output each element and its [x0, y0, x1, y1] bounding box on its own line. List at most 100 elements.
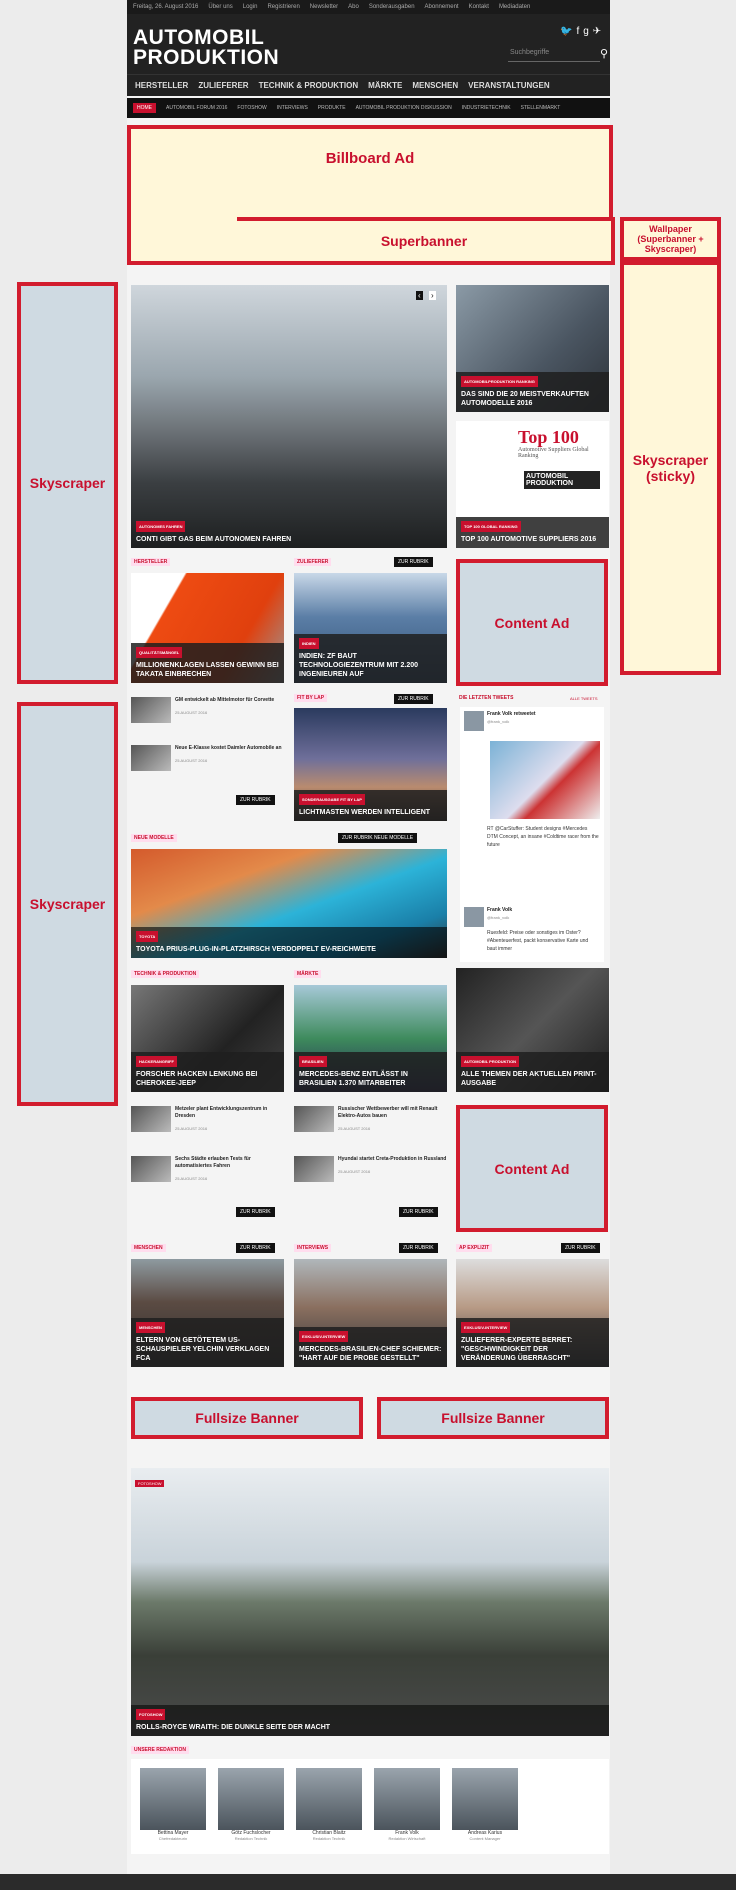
more-button[interactable]: ZUR RUBRIK	[236, 1207, 275, 1217]
team-member[interactable]: Bettina Mayer Chefredakteurin	[138, 1768, 208, 1841]
article-rolls-royce[interactable]: FOTOSHOW FOTOSHOW ROLLS-ROYCE WRAITH: DIE…	[131, 1468, 609, 1736]
subnav-item[interactable]: AUTOMOBIL PRODUKTION DISKUSSION	[356, 105, 452, 111]
more-button[interactable]: ZUR RUBRIK	[399, 1243, 438, 1253]
article-zf-indien[interactable]: INDIEN INDIEN: ZF BAUT TECHNOLOGIEZENTRUM…	[294, 573, 447, 683]
list-item[interactable]: Sechs Städte erlauben Tests für automati…	[131, 1156, 284, 1182]
tweet-handle[interactable]: @frank_volk	[487, 915, 509, 920]
more-button[interactable]: ZUR RUBRIK	[394, 694, 433, 704]
section-interviews[interactable]: INTERVIEWS	[294, 1244, 332, 1252]
article-berret[interactable]: EXKLUSIV-INTERVIEW ZULIEFERER-EXPERTE BER…	[456, 1259, 609, 1367]
nav-item-hersteller[interactable]: HERSTELLER	[135, 81, 188, 90]
subnav-item[interactable]: AUTOMOBIL FORUM 2016	[166, 105, 227, 111]
content-ad-2[interactable]: Content Ad	[456, 1105, 608, 1232]
list-item[interactable]: Neue E-Klasse kostet Daimler Automobile …	[131, 745, 284, 771]
fullsize-banner-1[interactable]: Fullsize Banner	[131, 1397, 363, 1439]
tile-title: ALLE THEMEN DER AKTUELLEN PRINT-AUSGABE	[461, 1071, 597, 1087]
nav-item-veranstaltungen[interactable]: VERANSTALTUNGEN	[468, 81, 549, 90]
article-lichtmasten[interactable]: SONDERAUSGABE FIT BY LAP LICHTMASTEN WERD…	[294, 708, 447, 821]
team-member[interactable]: Frank Volk Redaktion Wirtschaft	[372, 1768, 442, 1841]
topbar-link[interactable]: Sonderausgaben	[369, 4, 415, 10]
tile-title: ELTERN VON GETÖTETEM US-SCHAUSPIELER YEL…	[136, 1337, 270, 1362]
superbanner-ad[interactable]: Superbanner	[233, 217, 615, 265]
subnav-item[interactable]: PRODUKTE	[318, 105, 346, 111]
section-technik[interactable]: TECHNIK & PRODUKTION	[131, 970, 200, 978]
section-menschen[interactable]: MENSCHEN	[131, 1244, 166, 1252]
side-article-1[interactable]: AUTOMOBILPRODUKTION RANKING DAS SIND DIE …	[456, 285, 609, 412]
section-hersteller[interactable]: HERSTELLER	[131, 558, 171, 566]
site-logo[interactable]: AUTOMOBIL PRODUKTION	[133, 27, 279, 68]
article-print-ausgabe[interactable]: AUTOMOBIL PRODUKTION ALLE THEMEN DER AKTU…	[456, 968, 609, 1092]
list-item[interactable]: Russischer Wettbewerber will mit Renault…	[294, 1106, 447, 1132]
topbar-link[interactable]: Über uns	[208, 4, 232, 10]
share-icon[interactable]: ✈	[593, 26, 605, 37]
nav-item-technik[interactable]: TECHNIK & PRODUKTION	[259, 81, 359, 90]
more-button[interactable]: ZUR RUBRIK	[399, 1207, 438, 1217]
team-member[interactable]: Andreas Karius Content Manager	[450, 1768, 520, 1841]
section-fitbylap[interactable]: FIT BY LAP	[294, 694, 328, 702]
section-maerkte[interactable]: MÄRKTE	[294, 970, 322, 978]
search-icon[interactable]: ⚲	[600, 47, 608, 60]
section-redaktion[interactable]: UNSERE REDAKTION	[131, 1746, 189, 1754]
tile-title: ROLLS-ROYCE WRAITH: DIE DUNKLE SEITE DER…	[136, 1724, 331, 1731]
nav-item-zulieferer[interactable]: ZULIEFERER	[198, 81, 248, 90]
side-article-2[interactable]: Top 100 Automotive Suppliers Global Rank…	[456, 421, 609, 548]
google-plus-icon[interactable]: g	[583, 26, 593, 37]
topbar-link[interactable]: Registrieren	[267, 4, 299, 10]
search-input[interactable]: Suchbegriffe	[508, 46, 600, 62]
billboard-ad[interactable]: Billboard Ad	[127, 125, 613, 221]
social-icons[interactable]: 🐦fg✈	[560, 26, 605, 37]
list-item[interactable]: Hyundai startet Creta-Produktion in Russ…	[294, 1156, 447, 1182]
nav-item-menschen[interactable]: MENSCHEN	[412, 81, 458, 90]
avatar	[296, 1768, 362, 1830]
team-member[interactable]: Götz Fuchslocher Redaktion Technik	[216, 1768, 286, 1841]
list-item[interactable]: GM entwickelt ab Mittelmotor für Corvett…	[131, 697, 284, 723]
tweet-user[interactable]: Frank Volk retweetet	[487, 711, 536, 718]
topbar-link[interactable]: Newsletter	[310, 4, 338, 10]
fullsize-banner-2[interactable]: Fullsize Banner	[377, 1397, 609, 1439]
tweet-image[interactable]	[490, 741, 600, 819]
section-zulieferer[interactable]: ZULIEFERER	[294, 558, 332, 566]
topbar-link[interactable]: Abo	[348, 4, 359, 10]
hero-article[interactable]: AUTONOMES FAHREN CONTI GIBT GAS BEIM AUTO…	[131, 285, 447, 548]
skyscraper-ad-left-1[interactable]: Skyscraper	[17, 282, 118, 684]
more-neue-button[interactable]: ZUR RUBRIK NEUE MODELLE	[338, 833, 418, 843]
more-button[interactable]: ZUR RUBRIK	[561, 1243, 600, 1253]
all-tweets-link[interactable]: ALLE TWEETS	[570, 696, 598, 701]
more-button[interactable]: ZUR RUBRIK	[236, 795, 275, 805]
more-button[interactable]: ZUR RUBRIK	[236, 1243, 275, 1253]
date-label: Freitag, 26. August 2016	[133, 4, 199, 10]
slider-next-icon[interactable]: ›	[429, 291, 436, 300]
section-neue-modelle[interactable]: NEUE MODELLE	[131, 834, 177, 842]
subnav-home[interactable]: HOME	[133, 103, 156, 113]
content-ad-1[interactable]: Content Ad	[456, 559, 608, 686]
section-apexplizit[interactable]: AP EXPLIZIT	[456, 1244, 493, 1252]
article-jeep[interactable]: HACKERANGRIFF FORSCHER HACKEN LENKUNG BEI…	[131, 985, 284, 1092]
skyscraper-sticky-ad[interactable]: Skyscraper (sticky)	[620, 261, 721, 675]
topbar-link[interactable]: Mediadaten	[499, 4, 530, 10]
topbar-link[interactable]: Login	[243, 4, 258, 10]
list-item[interactable]: Metzeler plant Entwicklungszentrum in Dr…	[131, 1106, 284, 1132]
topbar-link[interactable]: Kontakt	[469, 4, 489, 10]
twitter-icon[interactable]: 🐦	[560, 26, 576, 37]
subnav-item[interactable]: FOTOSHOW	[237, 105, 266, 111]
wallpaper-ad[interactable]: Wallpaper (Superbanner + Skyscraper)	[620, 217, 721, 261]
nav-item-maerkte[interactable]: MÄRKTE	[368, 81, 402, 90]
article-schiemer[interactable]: EXKLUSIV-INTERVIEW MERCEDES-BRASILIEN-CHE…	[294, 1259, 447, 1367]
tweet-user[interactable]: Frank Volk	[487, 907, 512, 914]
article-mercedes-brasilien[interactable]: BRASILIEN MERCEDES-BENZ ENTLÄSST IN BRASI…	[294, 985, 447, 1092]
subnav-item[interactable]: INDUSTRIETECHNIK	[462, 105, 511, 111]
tweet-handle[interactable]: @frank_volk	[487, 719, 509, 724]
skyscraper-ad-left-2[interactable]: Skyscraper	[17, 702, 118, 1106]
more-button[interactable]: ZUR RUBRIK	[394, 557, 433, 567]
subnav-item[interactable]: STELLENMARKT	[521, 105, 561, 111]
topbar-link[interactable]: Abonnement	[425, 4, 459, 10]
article-toyota[interactable]: TOYOTA TOYOTA PRIUS-PLUG-IN-PLATZHIRSCH V…	[131, 849, 447, 958]
team-member[interactable]: Christian Blaitz Redaktion Technik	[294, 1768, 364, 1841]
slider-prev-icon[interactable]: ‹	[416, 291, 423, 300]
list-title: Hyundai startet Creta-Produktion in Russ…	[338, 1156, 447, 1162]
article-takata[interactable]: QUALITÄTSMÄNGEL MILLIONENKLAGEN LASSEN GE…	[131, 573, 284, 683]
list-date: 25.AUGUST 2016	[338, 1169, 371, 1174]
article-yelchin[interactable]: MENSCHEN ELTERN VON GETÖTETEM US-SCHAUSPI…	[131, 1259, 284, 1367]
tile-tag: FOTOSHOW	[136, 1709, 166, 1720]
subnav-item[interactable]: INTERVIEWS	[277, 105, 308, 111]
